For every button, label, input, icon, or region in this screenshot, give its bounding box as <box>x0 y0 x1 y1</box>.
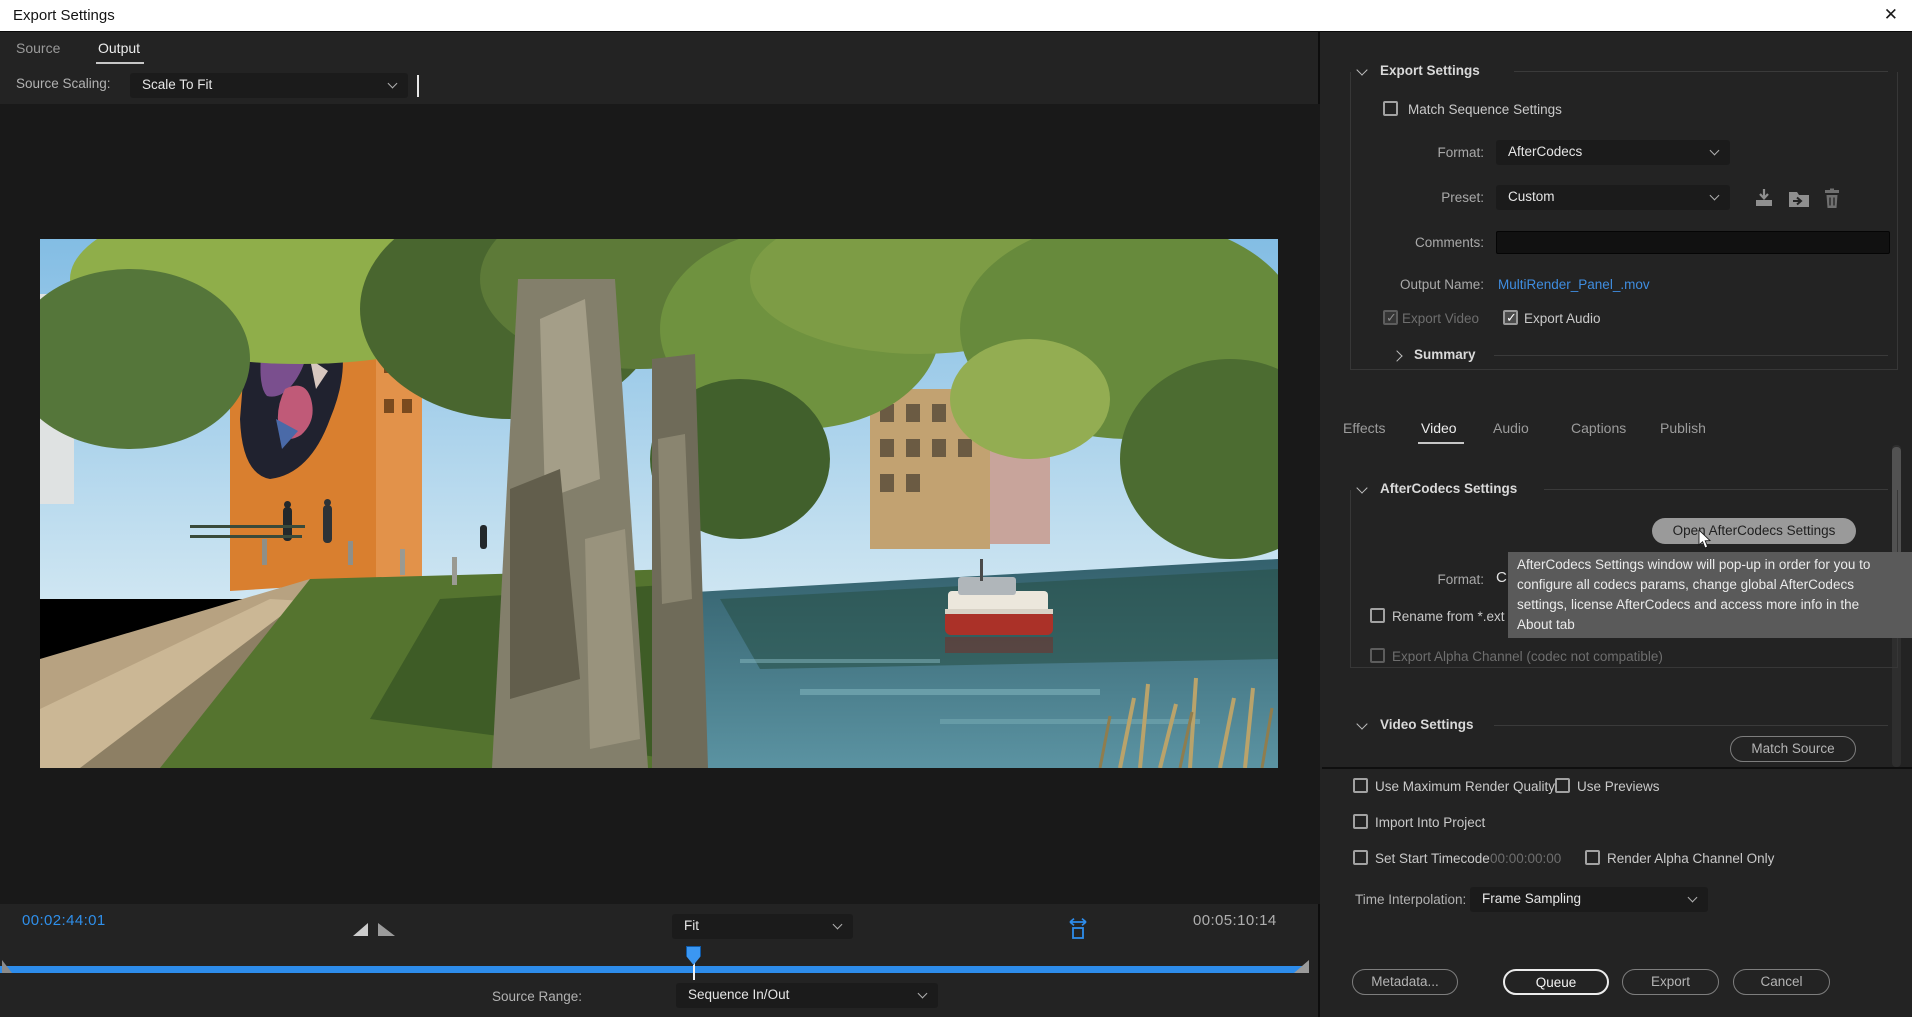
max-render-quality-checkbox[interactable] <box>1353 778 1368 793</box>
timeline-bar[interactable] <box>0 966 1306 973</box>
chevron-down-icon <box>1688 893 1698 903</box>
source-scaling-dropdown[interactable]: Scale To Fit <box>130 73 408 98</box>
output-name-link[interactable]: MultiRender_Panel_.mov <box>1498 277 1650 292</box>
close-icon[interactable]: ✕ <box>1884 5 1898 25</box>
aftercodecs-header: AfterCodecs Settings <box>1380 481 1517 496</box>
preview-panel: Source Output Source Scaling: Scale To F… <box>0 32 1320 1017</box>
comments-label: Comments: <box>1362 235 1484 250</box>
mouse-cursor <box>1698 530 1712 553</box>
export-video-checkbox <box>1383 310 1398 325</box>
chevron-down-icon <box>1710 146 1720 156</box>
source-range-icon[interactable] <box>1066 916 1090 945</box>
start-timecode-value: 00:00:00:00 <box>1490 851 1561 866</box>
export-audio-label: Export Audio <box>1524 311 1601 326</box>
export-alpha-label: Export Alpha Channel (codec not compatib… <box>1392 649 1663 664</box>
codec-format-value-partial[interactable]: C <box>1496 569 1507 586</box>
duration-timecode: 00:05:10:14 <box>1193 912 1277 929</box>
tab-source[interactable]: Source <box>16 40 60 56</box>
time-interpolation-label: Time Interpolation: <box>1355 892 1466 907</box>
window-title: Export Settings <box>13 7 115 24</box>
match-sequence-checkbox[interactable] <box>1383 101 1398 116</box>
tab-output[interactable]: Output <box>98 40 140 56</box>
collapse-icon[interactable] <box>1356 718 1367 729</box>
metadata-button[interactable]: Metadata... <box>1352 969 1458 995</box>
rename-ext-label: Rename from *.ext <box>1392 609 1505 624</box>
chevron-down-icon <box>918 989 928 999</box>
match-source-button[interactable]: Match Source <box>1730 736 1856 762</box>
comments-input[interactable] <box>1496 231 1890 254</box>
section-rule <box>1494 725 1888 726</box>
chevron-down-icon <box>388 79 398 89</box>
out-point-icon[interactable] <box>378 923 395 936</box>
cancel-button[interactable]: Cancel <box>1733 969 1830 995</box>
tab-captions[interactable]: Captions <box>1571 420 1626 436</box>
render-alpha-only-checkbox[interactable] <box>1585 850 1600 865</box>
tab-audio[interactable]: Audio <box>1493 420 1529 436</box>
zoom-fit-dropdown[interactable]: Fit <box>672 914 853 939</box>
output-name-label: Output Name: <box>1362 277 1484 292</box>
format-dropdown[interactable]: AfterCodecs <box>1496 140 1730 165</box>
preset-dropdown[interactable]: Custom <box>1496 185 1730 210</box>
codec-format-label: Format: <box>1362 572 1484 587</box>
export-alpha-checkbox <box>1370 648 1385 663</box>
playhead-handle[interactable] <box>686 946 701 965</box>
export-settings-panel: Export Settings Match Sequence Settings … <box>1322 32 1912 1017</box>
panel-divider <box>1322 767 1912 769</box>
tab-video[interactable]: Video <box>1421 420 1457 436</box>
export-video-label: Export Video <box>1402 311 1479 326</box>
open-aftercodecs-button[interactable]: Open AfterCodecs Settings <box>1652 518 1856 544</box>
section-rule <box>1514 71 1888 72</box>
import-into-project-checkbox[interactable] <box>1353 814 1368 829</box>
set-start-timecode-label: Set Start Timecode <box>1375 851 1490 866</box>
video-frame <box>40 239 1278 768</box>
section-rule <box>1494 355 1888 356</box>
time-interpolation-dropdown[interactable]: Frame Sampling <box>1470 887 1708 912</box>
summary-header[interactable]: Summary <box>1414 347 1476 362</box>
use-previews-label: Use Previews <box>1577 779 1660 794</box>
source-scaling-label: Source Scaling: <box>16 76 111 91</box>
chevron-down-icon <box>1710 191 1720 201</box>
source-range-label: Source Range: <box>492 989 582 1004</box>
tab-publish[interactable]: Publish <box>1660 420 1706 436</box>
match-sequence-label: Match Sequence Settings <box>1408 102 1562 117</box>
section-rule <box>1544 489 1888 490</box>
current-timecode[interactable]: 00:02:44:01 <box>22 912 106 929</box>
tab-output-underline <box>96 62 144 64</box>
window-titlebar: Export Settings ✕ <box>0 0 1912 32</box>
import-into-project-label: Import Into Project <box>1375 815 1485 830</box>
tooltip: AfterCodecs Settings window will pop-up … <box>1508 552 1912 638</box>
export-settings-header: Export Settings <box>1380 63 1480 78</box>
tab-effects[interactable]: Effects <box>1343 420 1386 436</box>
import-preset-icon[interactable] <box>1787 188 1811 212</box>
export-button[interactable]: Export <box>1622 969 1719 995</box>
set-start-timecode-checkbox[interactable] <box>1353 850 1368 865</box>
video-settings-header: Video Settings <box>1380 717 1474 732</box>
in-point-icon[interactable] <box>353 923 368 936</box>
chevron-down-icon <box>833 920 843 930</box>
format-label: Format: <box>1362 145 1484 160</box>
save-preset-icon[interactable] <box>1753 188 1775 212</box>
source-range-dropdown[interactable]: Sequence In/Out <box>676 983 938 1008</box>
tab-video-underline <box>1418 442 1464 444</box>
queue-button[interactable]: Queue <box>1503 969 1609 995</box>
max-render-quality-label: Use Maximum Render Quality <box>1375 779 1555 794</box>
rename-ext-checkbox[interactable] <box>1370 608 1385 623</box>
preset-label: Preset: <box>1362 190 1484 205</box>
render-alpha-only-label: Render Alpha Channel Only <box>1607 851 1774 866</box>
preview-area <box>0 104 1320 904</box>
delete-preset-icon[interactable] <box>1822 188 1842 212</box>
pane-divider <box>417 75 419 97</box>
use-previews-checkbox[interactable] <box>1555 778 1570 793</box>
export-audio-checkbox[interactable] <box>1503 310 1518 325</box>
